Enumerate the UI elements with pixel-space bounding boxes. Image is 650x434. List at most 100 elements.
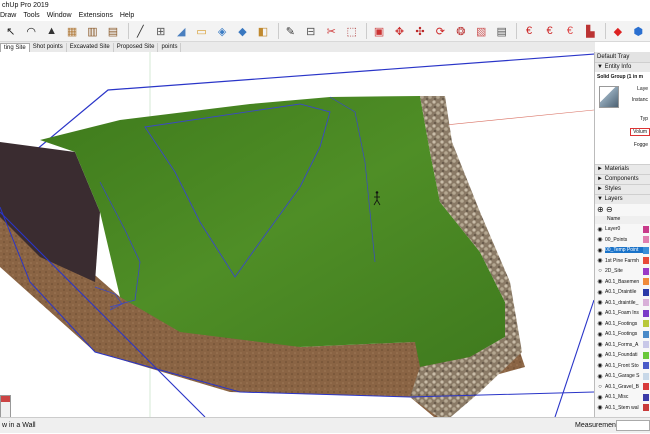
move-icon[interactable]: ✥: [391, 22, 408, 40]
layer-row[interactable]: ◉ A0.1_Garage S: [595, 371, 650, 382]
layer-row[interactable]: ◉ 00_Points: [595, 235, 650, 246]
follow-me-icon[interactable]: ⟳: [432, 22, 449, 40]
eye-visible-icon[interactable]: ◉: [595, 394, 605, 401]
eye-visible-icon[interactable]: ◉: [595, 226, 605, 233]
menu-help[interactable]: Help: [120, 12, 134, 19]
eye-visible-icon[interactable]: ◉: [595, 404, 605, 411]
layer-color-swatch[interactable]: [643, 246, 649, 254]
menu-draw[interactable]: Draw: [0, 12, 16, 19]
floating-toolbar[interactable]: [0, 395, 11, 417]
layer-color-swatch[interactable]: [643, 383, 649, 391]
layer-row[interactable]: ◉ A0.1_Forms_A: [595, 340, 650, 351]
eye-visible-icon[interactable]: ◉: [595, 278, 605, 285]
scissors-icon[interactable]: ✂: [323, 22, 340, 40]
rotate-icon[interactable]: ✣: [411, 22, 428, 40]
extension-cube-icon[interactable]: ⬢: [630, 22, 647, 40]
section-icon[interactable]: ▭: [193, 22, 210, 40]
eye-visible-icon[interactable]: ◉: [595, 299, 605, 306]
layer-color-swatch[interactable]: [643, 330, 649, 338]
model-viewport[interactable]: [0, 52, 594, 417]
scene-tab[interactable]: Proposed Site: [114, 43, 159, 52]
eye-visible-icon[interactable]: ◉: [595, 373, 605, 380]
component-icon[interactable]: ▤: [493, 22, 510, 40]
panel-entity-info[interactable]: ▼ Entity Info: [595, 62, 650, 72]
material-swatch[interactable]: [599, 86, 619, 108]
eye-visible-icon[interactable]: ◉: [595, 236, 605, 243]
menu-tools[interactable]: Tools: [23, 12, 39, 19]
layer-color-swatch[interactable]: [643, 404, 649, 412]
eraser-icon[interactable]: ▲: [43, 22, 60, 40]
layer-row[interactable]: ◉ A0.1_Front Sto: [595, 361, 650, 372]
door-icon[interactable]: ▥: [84, 22, 101, 40]
zoom-icon[interactable]: ◧: [254, 22, 271, 40]
layer-color-swatch[interactable]: [643, 372, 649, 380]
layer-color-swatch[interactable]: [643, 278, 649, 286]
lasso-icon[interactable]: ◠: [22, 22, 39, 40]
layer-row[interactable]: ◉ 1st Pine Farmh: [595, 256, 650, 267]
layer-color-swatch[interactable]: [643, 309, 649, 317]
euro-tag-icon[interactable]: €: [541, 22, 558, 40]
measurements-input[interactable]: [616, 420, 650, 431]
dimension-icon[interactable]: ⊞: [152, 22, 169, 40]
eye-visible-icon[interactable]: ◉: [595, 257, 605, 264]
pan-icon[interactable]: ◆: [234, 22, 251, 40]
terrain-model[interactable]: [0, 52, 594, 417]
protractor-icon[interactable]: ⊟: [302, 22, 319, 40]
layer-color-swatch[interactable]: [643, 351, 649, 359]
select-icon[interactable]: ↖: [2, 22, 19, 40]
eye-visible-icon[interactable]: ◉: [595, 289, 605, 296]
panel-layers[interactable]: ▼ Layers: [595, 194, 650, 204]
menu-window[interactable]: Window: [47, 12, 72, 19]
layer-color-swatch[interactable]: [643, 288, 649, 296]
push-pull-icon[interactable]: ▧: [473, 22, 490, 40]
eye-visible-icon[interactable]: ◉: [595, 352, 605, 359]
layer-color-swatch[interactable]: [643, 236, 649, 244]
layer-row[interactable]: ◉ A0.1_Stem wal: [595, 403, 650, 414]
stamp-icon[interactable]: ▣: [370, 22, 387, 40]
eye-hidden-icon[interactable]: ○: [595, 268, 605, 274]
scene-tab[interactable]: ting Site: [0, 43, 30, 52]
layer-color-swatch[interactable]: [643, 362, 649, 370]
window-icon[interactable]: ▤: [104, 22, 121, 40]
euro-stack-icon[interactable]: €: [561, 22, 578, 40]
layer-row[interactable]: ○ 2D_Site: [595, 266, 650, 277]
layer-row[interactable]: ◉ A0.1_Misc: [595, 392, 650, 403]
eye-visible-icon[interactable]: ◉: [595, 362, 605, 369]
layer-color-swatch[interactable]: [643, 225, 649, 233]
layer-row[interactable]: ◉ 00_Temp Point: [595, 245, 650, 256]
remove-layer-icon[interactable]: ⊖: [606, 205, 613, 214]
layer-row[interactable]: ◉ A0.1_Foundati: [595, 350, 650, 361]
layer-row[interactable]: ○ A0.1_Gravel_B: [595, 382, 650, 393]
panel-materials[interactable]: ► Materials: [595, 164, 650, 174]
paint-bucket-icon[interactable]: ◢: [172, 22, 189, 40]
layer-color-swatch[interactable]: [643, 257, 649, 265]
scene-tab[interactable]: points: [158, 43, 182, 52]
eye-visible-icon[interactable]: ◉: [595, 310, 605, 317]
euro-icon[interactable]: €: [520, 22, 537, 40]
add-layer-icon[interactable]: ⊕: [597, 205, 604, 214]
layer-row[interactable]: ◉ A0.1_Foam Ins: [595, 308, 650, 319]
layer-row[interactable]: ◉ A0.1_draintile_: [595, 298, 650, 309]
layer-row[interactable]: ◉ A0.1_Footings: [595, 329, 650, 340]
layer-color-swatch[interactable]: [643, 299, 649, 307]
layer-row[interactable]: ◉ Layer0: [595, 224, 650, 235]
layer-color-swatch[interactable]: [643, 267, 649, 275]
tape-icon[interactable]: ✎: [282, 22, 299, 40]
eye-visible-icon[interactable]: ◉: [595, 320, 605, 327]
line-icon[interactable]: ╱: [132, 22, 149, 40]
layer-color-swatch[interactable]: [643, 320, 649, 328]
wall-icon[interactable]: ▦: [63, 22, 80, 40]
layer-row[interactable]: ◉ A0.1_Basemen: [595, 277, 650, 288]
scene-tab[interactable]: Shot points: [30, 43, 67, 52]
scene-tab[interactable]: Excavated Site: [67, 43, 114, 52]
trim-icon[interactable]: ⬚: [343, 22, 360, 40]
eye-visible-icon[interactable]: ◉: [595, 331, 605, 338]
warehouse-icon[interactable]: ▙: [582, 22, 599, 40]
panel-components[interactable]: ► Components: [595, 174, 650, 184]
offset-icon[interactable]: ❂: [452, 22, 469, 40]
orbit-icon[interactable]: ◈: [213, 22, 230, 40]
eye-visible-icon[interactable]: ◉: [595, 341, 605, 348]
ruby-icon[interactable]: ◆: [609, 22, 626, 40]
panel-styles[interactable]: ► Styles: [595, 184, 650, 194]
layer-row[interactable]: ◉ A0.1_Footings: [595, 319, 650, 330]
